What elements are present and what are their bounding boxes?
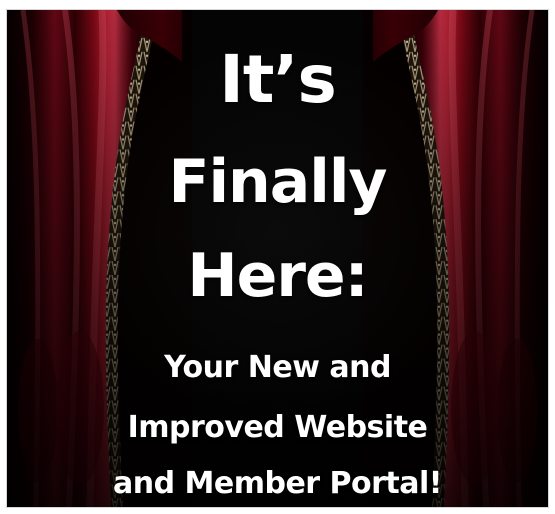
headline-line-2: Finally [168, 147, 388, 217]
subheadline-line-3: and Member Portal! [113, 466, 442, 501]
theater-announcement-card: It’s Finally Here: Your New and Improved… [6, 9, 549, 508]
subheadline-line-1: Your New and [164, 350, 391, 385]
headline-line-1: It’s [219, 41, 336, 118]
headline-line-3: Here: [187, 241, 368, 311]
subheadline-line-2: Improved Website [127, 410, 428, 445]
